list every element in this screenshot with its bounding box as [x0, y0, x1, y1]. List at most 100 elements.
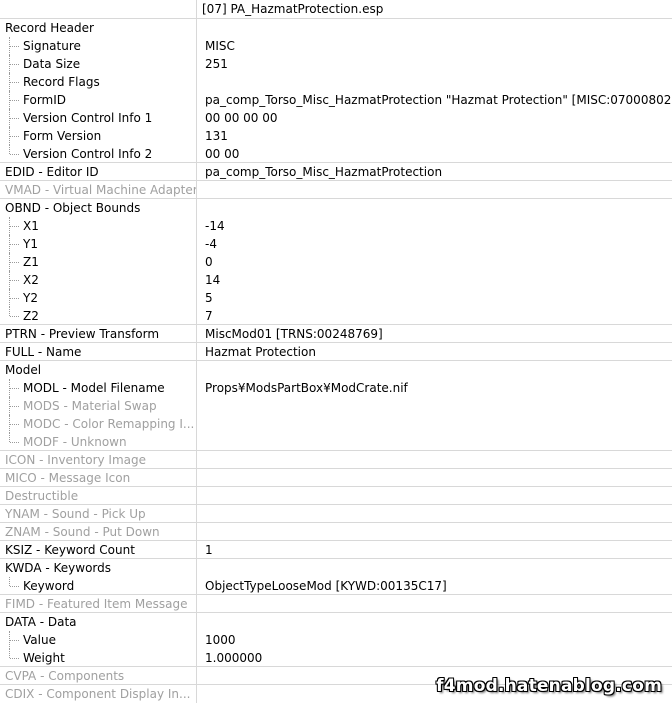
node-value[interactable]: [205, 181, 672, 199]
node-name-cell[interactable]: FULL - Name: [0, 343, 196, 361]
tree-subnode[interactable]: MODS - Material Swap: [0, 397, 672, 415]
tree-subnode[interactable]: Signature MISC: [0, 37, 672, 55]
node-value[interactable]: [205, 361, 672, 379]
node-value[interactable]: 1: [205, 541, 672, 559]
node-value[interactable]: [205, 397, 672, 415]
node-value[interactable]: MiscMod01 [TRNS:00248769]: [205, 325, 672, 343]
tree-subnode[interactable]: Keyword ObjectTypeLooseMod [KYWD:00135C17…: [0, 577, 672, 595]
tree-node[interactable]: ZNAM - Sound - Put Down: [0, 522, 672, 541]
node-name-cell[interactable]: Form Version: [0, 127, 196, 145]
node-value[interactable]: -4: [205, 235, 672, 253]
tree-subnode[interactable]: Record Flags: [0, 73, 672, 91]
tree-node[interactable]: ICON - Inventory Image: [0, 450, 672, 469]
tree-subnode[interactable]: FormID pa_comp_Torso_Misc_HazmatProtectio…: [0, 91, 672, 109]
node-name-cell[interactable]: FormID: [0, 91, 196, 109]
tree-subnode[interactable]: Data Size 251: [0, 55, 672, 73]
node-name-cell[interactable]: X2: [0, 271, 196, 289]
node-name-cell[interactable]: Model: [0, 361, 196, 379]
tree-node[interactable]: FIMD - Featured Item Message: [0, 594, 672, 613]
tree-node[interactable]: VMAD - Virtual Machine Adapter: [0, 180, 672, 199]
node-name-cell[interactable]: ICON - Inventory Image: [0, 451, 196, 469]
tree-subnode[interactable]: Value 1000: [0, 631, 672, 649]
node-value[interactable]: [205, 595, 672, 613]
tree-node[interactable]: OBND - Object Bounds: [0, 198, 672, 217]
tree-subnode[interactable]: Z2 7: [0, 307, 672, 325]
node-name-cell[interactable]: Destructible: [0, 487, 196, 505]
node-name-cell[interactable]: Version Control Info 2: [0, 145, 196, 163]
column-divider[interactable]: [196, 0, 197, 18]
node-name-cell[interactable]: MICO - Message Icon: [0, 469, 196, 487]
node-value[interactable]: [205, 433, 672, 451]
node-name-cell[interactable]: CVPA - Components: [0, 667, 196, 685]
node-value[interactable]: 1000: [205, 631, 672, 649]
node-name-cell[interactable]: KSIZ - Keyword Count: [0, 541, 196, 559]
node-name-cell[interactable]: Signature: [0, 37, 196, 55]
tree-node[interactable]: Destructible: [0, 486, 672, 505]
node-name-cell[interactable]: Z2: [0, 307, 196, 325]
tree-node[interactable]: KSIZ - Keyword Count 1: [0, 540, 672, 559]
node-value[interactable]: 5: [205, 289, 672, 307]
node-value[interactable]: [205, 613, 672, 631]
tree-node[interactable]: Record Header: [0, 18, 672, 37]
node-value[interactable]: 1.000000: [205, 649, 672, 667]
node-name-cell[interactable]: ZNAM - Sound - Put Down: [0, 523, 196, 541]
node-name-cell[interactable]: Record Flags: [0, 73, 196, 91]
tree-subnode[interactable]: Y1 -4: [0, 235, 672, 253]
tree-subnode[interactable]: Y2 5: [0, 289, 672, 307]
node-value[interactable]: [205, 451, 672, 469]
node-name-cell[interactable]: Keyword: [0, 577, 196, 595]
tree-subnode[interactable]: MODC - Color Remapping I...: [0, 415, 672, 433]
tree-subnode[interactable]: X2 14: [0, 271, 672, 289]
tree-subnode[interactable]: MODF - Unknown: [0, 433, 672, 451]
tree-node[interactable]: MICO - Message Icon: [0, 468, 672, 487]
node-name-cell[interactable]: FIMD - Featured Item Message: [0, 595, 196, 613]
node-value[interactable]: [205, 73, 672, 91]
tree-node[interactable]: FULL - Name Hazmat Protection: [0, 342, 672, 361]
node-name-cell[interactable]: VMAD - Virtual Machine Adapter: [0, 181, 196, 199]
node-value[interactable]: [205, 505, 672, 523]
node-name-cell[interactable]: MODF - Unknown: [0, 433, 196, 451]
node-name-cell[interactable]: PTRN - Preview Transform: [0, 325, 196, 343]
node-value[interactable]: Hazmat Protection: [205, 343, 672, 361]
node-name-cell[interactable]: MODC - Color Remapping I...: [0, 415, 196, 433]
node-value[interactable]: ObjectTypeLooseMod [KYWD:00135C17]: [205, 577, 672, 595]
node-name-cell[interactable]: CDIX - Component Display In...: [0, 685, 196, 703]
node-name-cell[interactable]: X1: [0, 217, 196, 235]
node-value[interactable]: 251: [205, 55, 672, 73]
node-value[interactable]: 7: [205, 307, 672, 325]
node-value[interactable]: Props¥ModsPartBox¥ModCrate.nif: [205, 379, 672, 397]
node-value[interactable]: 00 00: [205, 145, 672, 163]
node-name-cell[interactable]: Version Control Info 1: [0, 109, 196, 127]
node-name-cell[interactable]: OBND - Object Bounds: [0, 199, 196, 217]
node-value[interactable]: [205, 415, 672, 433]
node-value[interactable]: MISC: [205, 37, 672, 55]
tree-subnode[interactable]: Version Control Info 2 00 00: [0, 145, 672, 163]
tree-subnode[interactable]: Version Control Info 1 00 00 00 00: [0, 109, 672, 127]
tree-node[interactable]: KWDA - Keywords: [0, 558, 672, 577]
node-name-cell[interactable]: DATA - Data: [0, 613, 196, 631]
node-value[interactable]: [205, 523, 672, 541]
node-name-cell[interactable]: YNAM - Sound - Pick Up: [0, 505, 196, 523]
tree-node[interactable]: YNAM - Sound - Pick Up: [0, 504, 672, 523]
node-name-cell[interactable]: KWDA - Keywords: [0, 559, 196, 577]
node-value[interactable]: 14: [205, 271, 672, 289]
node-value[interactable]: -14: [205, 217, 672, 235]
node-value[interactable]: 00 00 00 00: [205, 109, 672, 127]
node-value[interactable]: [205, 487, 672, 505]
tree-node[interactable]: PTRN - Preview Transform MiscMod01 [TRNS:…: [0, 324, 672, 343]
tree-node[interactable]: Model: [0, 360, 672, 379]
node-name-cell[interactable]: Weight: [0, 649, 196, 667]
tree-node[interactable]: DATA - Data: [0, 612, 672, 631]
node-name-cell[interactable]: Data Size: [0, 55, 196, 73]
tree-subnode[interactable]: Form Version 131: [0, 127, 672, 145]
node-name-cell[interactable]: Value: [0, 631, 196, 649]
node-value[interactable]: [205, 199, 672, 217]
node-value[interactable]: 131: [205, 127, 672, 145]
node-value[interactable]: [205, 559, 672, 577]
node-name-cell[interactable]: Y1: [0, 235, 196, 253]
tree-subnode[interactable]: Weight 1.000000: [0, 649, 672, 667]
node-name-cell[interactable]: EDID - Editor ID: [0, 163, 196, 181]
node-value[interactable]: pa_comp_Torso_Misc_HazmatProtection "Haz…: [205, 91, 672, 109]
node-value[interactable]: pa_comp_Torso_Misc_HazmatProtection: [205, 163, 672, 181]
node-value[interactable]: [205, 19, 672, 37]
